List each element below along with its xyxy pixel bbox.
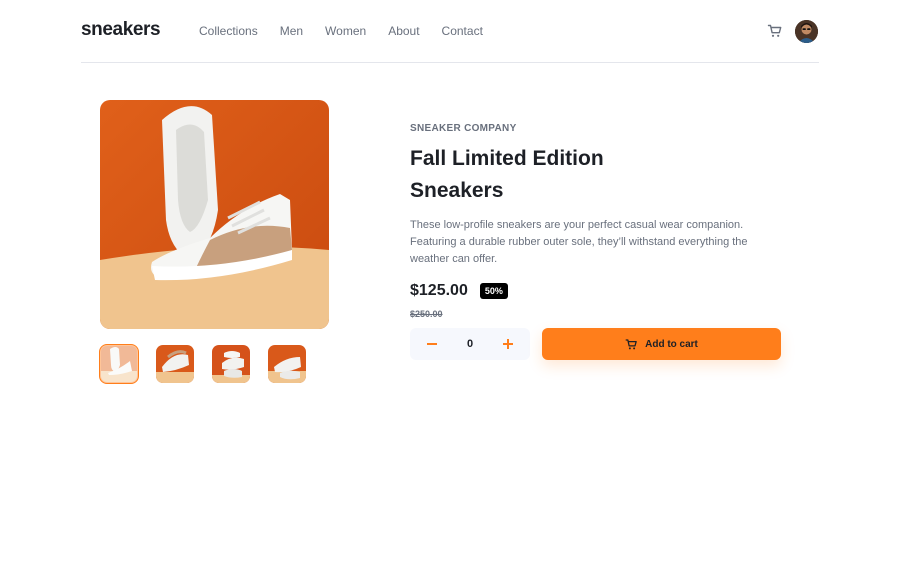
quantity-stepper: 0 (410, 328, 530, 360)
thumbnail-image (268, 345, 306, 383)
nav-link-about[interactable]: About (388, 24, 419, 38)
product-main-image[interactable] (100, 100, 329, 329)
quantity-value: 0 (466, 338, 474, 350)
current-price: $125.00 (410, 282, 468, 299)
product-details: SNEAKER COMPANY Fall Limited Edition Sne… (410, 123, 782, 319)
product-description: These low-profile sneakers are your perf… (410, 219, 748, 265)
product-title: Fall Limited Edition Sneakers (410, 147, 604, 202)
brand-logo[interactable]: sneakers (81, 19, 161, 41)
thumbnail-1[interactable] (99, 344, 139, 384)
add-to-cart-label: Add to cart (645, 338, 698, 350)
thumbnail-image (100, 345, 138, 383)
thumbnail-3[interactable] (212, 345, 250, 383)
avatar-image (795, 20, 818, 43)
minus-icon (427, 342, 437, 345)
price-row: $125.00 50% (410, 282, 782, 300)
cart-icon (625, 338, 637, 349)
user-avatar[interactable] (795, 20, 818, 43)
main-nav: Collections Men Women About Contact (199, 24, 483, 38)
thumbnail-image (212, 345, 250, 383)
thumbnail-list (99, 344, 306, 384)
nav-link-women[interactable]: Women (325, 24, 366, 38)
plus-icon (503, 338, 513, 349)
add-to-cart-button[interactable]: Add to cart (542, 328, 781, 360)
cart-icon (767, 24, 782, 37)
thumbnail-2[interactable] (156, 345, 194, 383)
purchase-actions: 0 Add to cart (410, 328, 781, 360)
increment-button[interactable] (500, 328, 516, 360)
site-header: sneakers Collections Men Women About Con… (81, 0, 819, 63)
thumbnail-image (156, 345, 194, 383)
thumbnail-4[interactable] (268, 345, 306, 383)
discount-badge: 50% (479, 283, 508, 299)
company-name: SNEAKER COMPANY (410, 123, 517, 134)
original-price: $250.00 (410, 309, 443, 319)
decrement-button[interactable] (424, 328, 440, 360)
nav-link-collections[interactable]: Collections (199, 24, 258, 38)
cart-button[interactable] (767, 23, 783, 39)
sneaker-photo (100, 100, 329, 329)
nav-link-contact[interactable]: Contact (442, 24, 483, 38)
nav-link-men[interactable]: Men (280, 24, 303, 38)
